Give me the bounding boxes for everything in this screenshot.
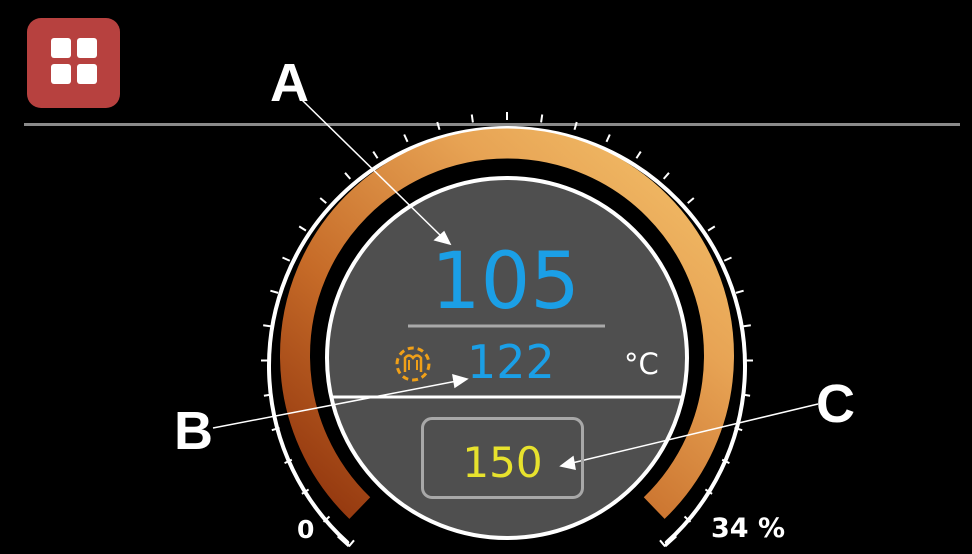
temperature-unit: °C	[624, 347, 659, 381]
callout-label-b: B	[174, 401, 213, 461]
scale-tick	[742, 393, 751, 397]
scale-tick	[470, 114, 474, 123]
scale-tick	[270, 289, 279, 294]
scale-tick	[723, 256, 732, 262]
setpoint-button[interactable]: 150	[421, 417, 584, 499]
scale-tick	[282, 256, 291, 262]
scale-tick	[263, 393, 272, 397]
callout-label-a: A	[270, 53, 309, 113]
scale-tick	[742, 324, 751, 328]
scale-tick	[635, 151, 642, 159]
scale-tick	[735, 289, 744, 294]
scale-tick	[540, 114, 544, 123]
scale-tick	[707, 225, 716, 232]
secondary-temperature: 122	[467, 335, 555, 389]
scale-tick	[687, 197, 695, 204]
scale-tick	[344, 172, 352, 180]
current-temperature: 105	[431, 237, 580, 327]
scale-tick	[319, 197, 327, 204]
scale-tick	[436, 121, 441, 131]
scale-tick	[662, 172, 670, 180]
scale-tick	[263, 324, 272, 328]
scale-tick	[659, 539, 666, 548]
callout-label-c: C	[816, 374, 855, 434]
scale-min-label: 0	[297, 515, 315, 544]
setpoint-value: 150	[462, 438, 543, 487]
scale-tick	[372, 151, 379, 159]
scale-tick	[605, 134, 611, 143]
power-percent-label: 34 %	[711, 513, 786, 544]
scale-tick	[348, 539, 355, 548]
scale-tick	[573, 121, 578, 131]
scale-tick	[298, 225, 307, 232]
scale-tick	[403, 134, 409, 143]
controller-screen: 105 122 °C 150 0 34 % A B C	[0, 0, 972, 554]
